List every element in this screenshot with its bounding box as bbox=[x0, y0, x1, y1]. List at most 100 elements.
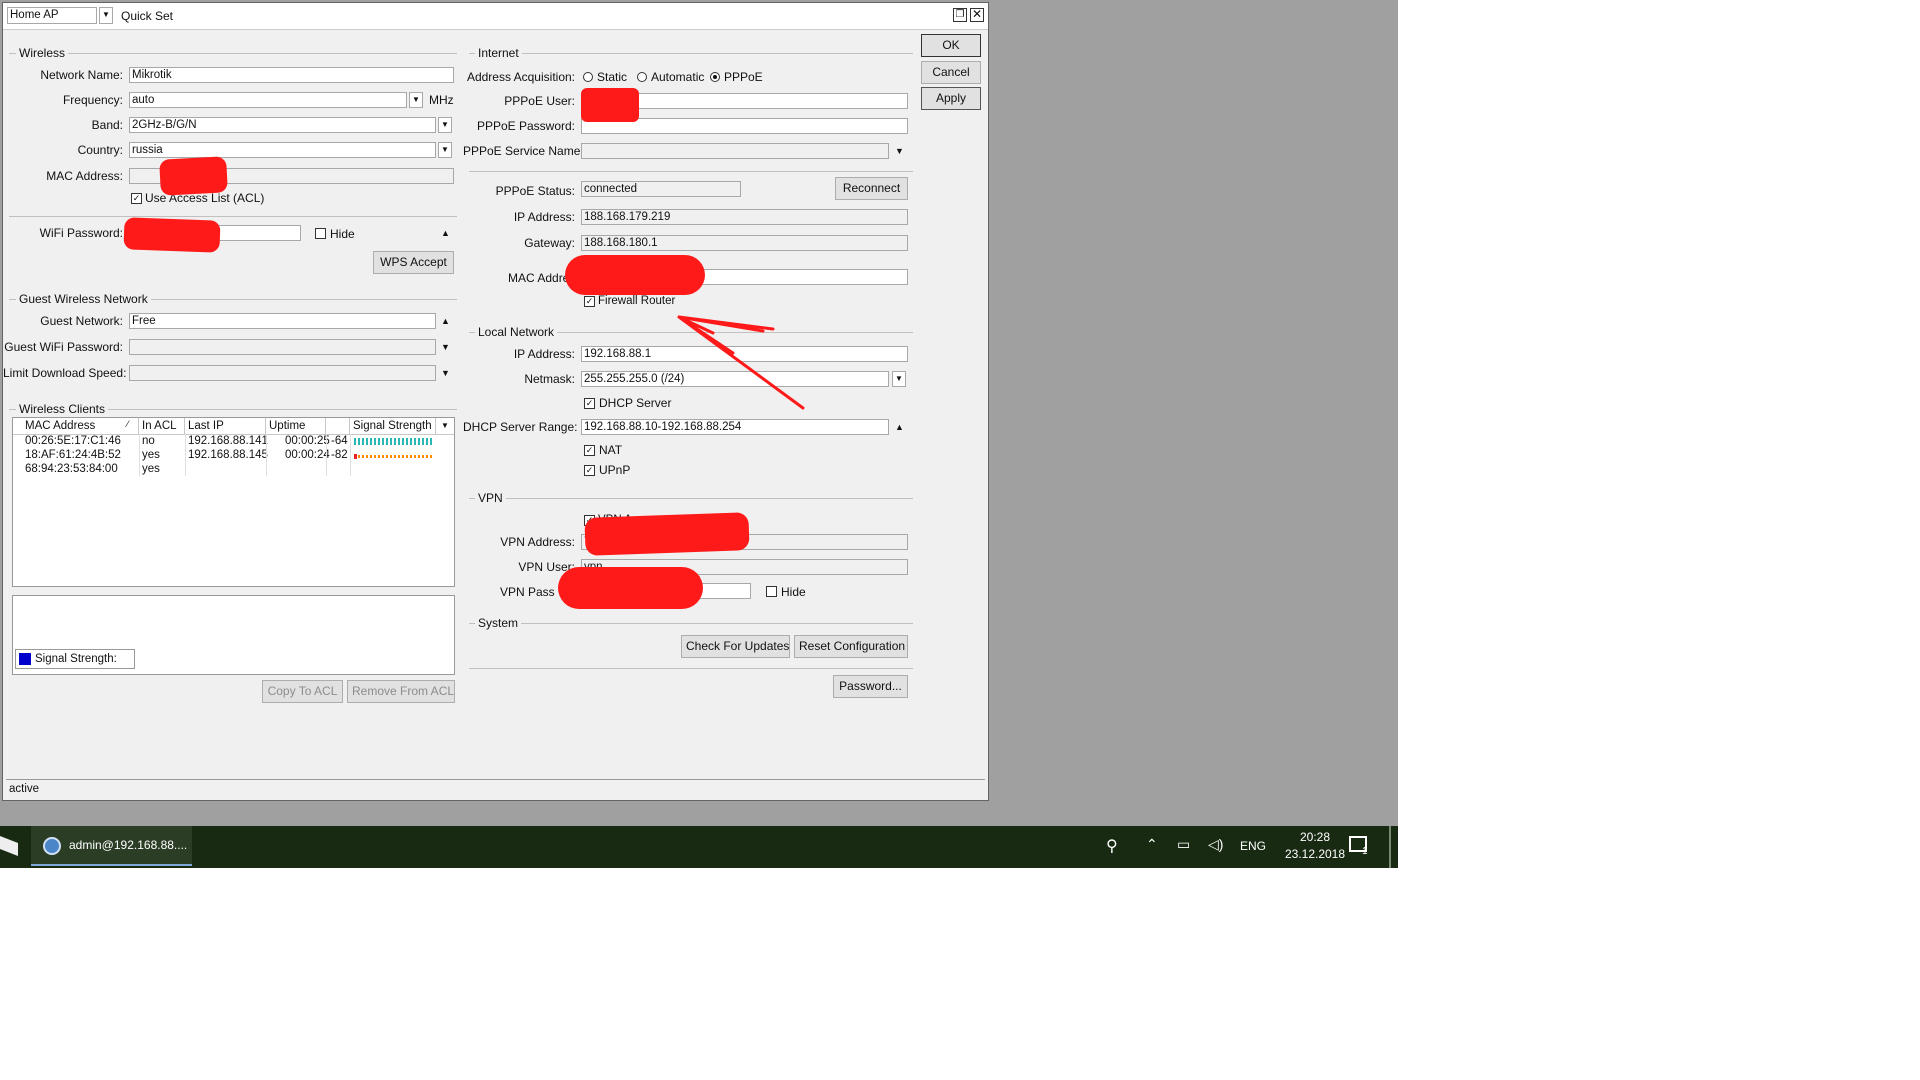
winbox-app-icon bbox=[43, 837, 61, 855]
wireless-divider bbox=[9, 53, 457, 54]
dhcp-server-label: DHCP Server bbox=[599, 396, 672, 410]
reset-configuration-button[interactable]: Reset Configuration bbox=[794, 635, 908, 658]
table-row[interactable]: 00:26:5E:17:C1:46 no 192.168.88.141 00:0… bbox=[13, 435, 454, 448]
signal-graph: Signal Strength: bbox=[12, 595, 455, 675]
clock-date[interactable]: 23.12.2018 bbox=[1274, 847, 1356, 861]
system-section-title: System bbox=[475, 616, 522, 630]
sort-icon: ⁄ bbox=[127, 419, 129, 429]
volume-icon[interactable]: ◁) bbox=[1208, 836, 1223, 853]
vpn-divider bbox=[469, 498, 913, 499]
start-icon[interactable] bbox=[0, 836, 18, 856]
legend-swatch bbox=[19, 653, 31, 665]
pppoe-user-label: PPPoE User: bbox=[504, 94, 575, 108]
redaction-mark bbox=[123, 217, 221, 253]
status-bar: active bbox=[6, 779, 985, 797]
col-divider bbox=[326, 434, 327, 476]
acl-checkbox[interactable]: ✓ bbox=[131, 193, 142, 204]
dhcp-range-input[interactable]: 192.168.88.10-192.168.88.254 bbox=[581, 419, 889, 435]
dhcp-range-label: DHCP Server Range: bbox=[463, 420, 578, 434]
clients-table[interactable]: MAC Address ⁄ In ACL Last IP Uptime Sign… bbox=[12, 417, 455, 587]
col-signal-header[interactable]: Signal Strength bbox=[350, 418, 436, 434]
col-divider bbox=[139, 434, 140, 476]
radio-static[interactable] bbox=[583, 72, 593, 82]
limit-download-down-icon[interactable]: ▼ bbox=[441, 368, 450, 378]
pppoe-status-field: connected bbox=[581, 181, 741, 197]
local-section-title: Local Network bbox=[475, 325, 558, 339]
wps-accept-button[interactable]: WPS Accept bbox=[373, 251, 454, 274]
country-select[interactable]: russia bbox=[129, 142, 436, 158]
upnp-checkbox[interactable]: ✓ bbox=[584, 465, 595, 476]
clock-time[interactable]: 20:28 bbox=[1290, 830, 1340, 844]
taskbar-app-winbox[interactable]: admin@192.168.88.... bbox=[31, 826, 192, 866]
column-menu-icon[interactable]: ▼ bbox=[438, 419, 452, 433]
col-mac-header[interactable]: MAC Address bbox=[13, 418, 139, 434]
guest-network-up-icon[interactable]: ▲ bbox=[441, 316, 450, 326]
guest-password-down-icon[interactable]: ▼ bbox=[441, 342, 450, 352]
col-uptime-header[interactable]: Uptime bbox=[266, 418, 326, 434]
limit-download-input[interactable] bbox=[129, 365, 436, 381]
table-row[interactable]: 18:AF:61:24:4B:52 yes 192.168.88.145 00:… bbox=[13, 449, 454, 462]
close-button[interactable]: ✕ bbox=[970, 8, 984, 22]
firewall-router-label: Firewall Router bbox=[598, 295, 676, 307]
collapse-up-icon[interactable]: ▲ bbox=[441, 228, 450, 238]
frequency-label: Frequency: bbox=[62, 93, 123, 107]
pppoe-service-dropdown-icon[interactable]: ▼ bbox=[895, 146, 904, 156]
copy-to-acl-button[interactable]: Copy To ACL bbox=[262, 680, 343, 703]
ok-button[interactable]: OK bbox=[921, 34, 981, 57]
radio-pppoe[interactable] bbox=[710, 72, 720, 82]
quick-set-window: Home AP ▼ Quick Set ❐ ✕ OK Cancel Apply … bbox=[2, 2, 989, 801]
show-desktop-button[interactable] bbox=[1389, 826, 1391, 868]
upnp-label: UPnP bbox=[599, 463, 631, 477]
band-dropdown-arrow[interactable]: ▼ bbox=[438, 117, 452, 133]
guest-password-input[interactable] bbox=[129, 339, 436, 355]
country-dropdown-arrow[interactable]: ▼ bbox=[438, 142, 452, 158]
red-arrow-annotation bbox=[677, 315, 805, 410]
guest-network-input[interactable]: Free bbox=[129, 313, 436, 329]
mac-address-label: MAC Address: bbox=[46, 169, 123, 183]
restore-button[interactable]: ❐ bbox=[953, 8, 967, 22]
redaction-mark bbox=[558, 567, 703, 609]
mode-select[interactable]: Home AP bbox=[7, 7, 97, 24]
dhcp-range-up-icon[interactable]: ▲ bbox=[895, 422, 904, 432]
apply-button[interactable]: Apply bbox=[921, 87, 981, 110]
vpn-hide-checkbox[interactable] bbox=[766, 586, 777, 597]
reconnect-button[interactable]: Reconnect bbox=[835, 177, 908, 200]
firewall-router-checkbox[interactable]: ✓ bbox=[584, 296, 595, 307]
people-icon[interactable]: ⚲ bbox=[1106, 836, 1118, 856]
wifi-hide-checkbox[interactable] bbox=[315, 228, 326, 239]
mode-dropdown-arrow[interactable]: ▼ bbox=[99, 7, 113, 24]
cell-signal-value: -64 bbox=[331, 435, 348, 447]
network-icon[interactable]: ▭ bbox=[1177, 836, 1190, 853]
password-button[interactable]: Password... bbox=[833, 675, 908, 698]
country-label: Country: bbox=[77, 143, 123, 157]
table-row[interactable]: 68:94:23:53:84:00 yes bbox=[13, 463, 454, 476]
frequency-dropdown-arrow[interactable]: ▼ bbox=[409, 92, 423, 108]
dhcp-server-checkbox[interactable]: ✓ bbox=[584, 398, 595, 409]
legend-label: Signal Strength: bbox=[35, 653, 117, 665]
cell-uptime: 00:00:25 bbox=[285, 435, 330, 447]
network-name-input[interactable]: Mikrotik bbox=[129, 67, 454, 83]
col-divider bbox=[185, 434, 186, 476]
radio-static-label: Static bbox=[597, 70, 628, 84]
col-acl-header[interactable]: In ACL bbox=[139, 418, 185, 434]
pppoe-service-select[interactable] bbox=[581, 143, 889, 159]
cell-acl: yes bbox=[142, 449, 160, 461]
band-select[interactable]: 2GHz-B/G/N bbox=[129, 117, 436, 133]
col-ip-header[interactable]: Last IP bbox=[185, 418, 266, 434]
col-divider bbox=[350, 434, 351, 476]
cell-uptime: 00:00:24 bbox=[285, 449, 330, 461]
cancel-button[interactable]: Cancel bbox=[921, 61, 981, 84]
netmask-dropdown-arrow[interactable]: ▼ bbox=[892, 371, 906, 387]
nat-checkbox[interactable]: ✓ bbox=[584, 445, 595, 456]
cell-mac: 00:26:5E:17:C1:46 bbox=[25, 435, 121, 447]
check-updates-button[interactable]: Check For Updates bbox=[681, 635, 790, 658]
remove-from-acl-button[interactable]: Remove From ACL bbox=[347, 680, 455, 703]
notification-count: 1 bbox=[1362, 846, 1368, 857]
language-indicator[interactable]: ENG bbox=[1240, 839, 1266, 853]
wifi-hide-label: Hide bbox=[330, 227, 355, 241]
guest-password-label: Guest WiFi Password: bbox=[4, 340, 123, 354]
redaction-mark bbox=[581, 88, 639, 122]
frequency-select[interactable]: auto bbox=[129, 92, 407, 108]
chevron-up-icon[interactable]: ⌃ bbox=[1146, 836, 1158, 853]
radio-automatic[interactable] bbox=[637, 72, 647, 82]
